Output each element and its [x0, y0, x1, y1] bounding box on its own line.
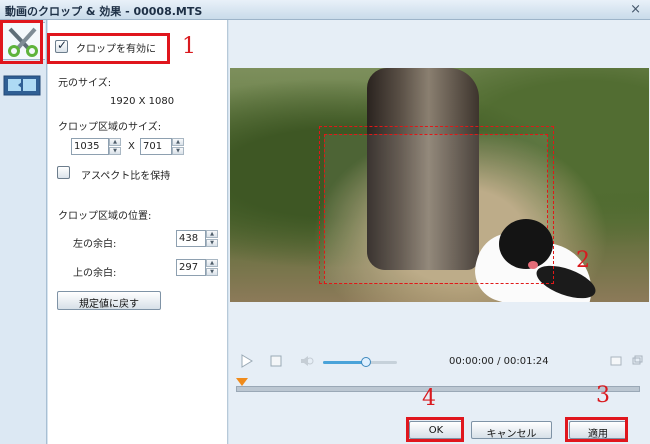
width-down-icon[interactable]: ▼ [109, 147, 121, 155]
top-margin-label: 上の余白: [73, 268, 117, 279]
keep-aspect-label: アスペクト比を保持 [81, 171, 171, 182]
timeline-track[interactable] [236, 386, 640, 392]
stop-icon[interactable] [269, 354, 283, 368]
volume-handle[interactable] [361, 357, 371, 367]
left-margin-label: 左の余白: [73, 239, 117, 250]
preview-highlight [319, 126, 554, 284]
annotation-2: 2 [576, 248, 590, 273]
left-margin-down-icon[interactable]: ▼ [206, 239, 218, 247]
player-controls: 00:00:00 / 00:01:24 [229, 352, 650, 372]
crop-position-label: クロップ区域の位置: [58, 211, 152, 222]
left-margin-up-icon[interactable]: ▲ [206, 230, 218, 238]
side-tabs [0, 20, 47, 444]
cancel-button[interactable]: キャンセル [471, 421, 552, 440]
volume-slider[interactable] [323, 357, 397, 367]
crop-width-field[interactable]: 1035 [71, 138, 109, 155]
volume-fill [323, 361, 364, 364]
enable-crop-highlight [47, 33, 170, 64]
window-title: 動画のクロップ & 効果 - 00008.MTS [5, 5, 203, 18]
crop-height-field[interactable]: 701 [140, 138, 172, 155]
keep-aspect-checkbox[interactable] [57, 166, 70, 179]
annotation-3: 3 [596, 383, 610, 408]
playback-time: 00:00:00 / 00:01:24 [449, 356, 549, 367]
title-bar: 動画のクロップ & 効果 - 00008.MTS × [0, 0, 650, 20]
annotation-4: 4 [422, 386, 436, 411]
crop-tab-highlight [0, 20, 43, 64]
timeline-marker-icon[interactable] [236, 378, 248, 386]
top-margin-field[interactable]: 297 [176, 259, 206, 276]
play-icon[interactable] [240, 354, 254, 368]
height-down-icon[interactable]: ▼ [172, 147, 184, 155]
top-margin-up-icon[interactable]: ▲ [206, 259, 218, 267]
snapshot-icon[interactable] [609, 354, 623, 368]
ok-highlight [406, 417, 464, 442]
top-margin-down-icon[interactable]: ▼ [206, 268, 218, 276]
crop-settings-panel: ✓ クロップを有効に 元のサイズ: 1920 X 1080 クロップ区域のサイズ… [48, 20, 228, 444]
top-margin-stepper[interactable]: 297 ▲ ▼ [176, 259, 221, 276]
crop-width-stepper[interactable]: 1035 ▲ ▼ [71, 138, 123, 155]
size-separator: X [128, 141, 135, 152]
apply-highlight [565, 417, 628, 442]
original-size-label: 元のサイズ: [58, 78, 112, 89]
film-icon [3, 75, 41, 96]
timeline-slider[interactable] [236, 378, 640, 394]
crop-area-size-label: クロップ区域のサイズ: [58, 122, 162, 133]
close-icon[interactable]: × [630, 2, 641, 17]
effect-tab[interactable] [1, 68, 45, 106]
original-size-value: 1920 X 1080 [110, 96, 175, 107]
crop-height-stepper[interactable]: 701 ▲ ▼ [140, 138, 186, 155]
height-up-icon[interactable]: ▲ [172, 138, 184, 146]
width-up-icon[interactable]: ▲ [109, 138, 121, 146]
annotation-1: 1 [182, 34, 196, 59]
reset-defaults-button[interactable]: 規定値に戻す [57, 291, 161, 310]
left-margin-field[interactable]: 438 [176, 230, 206, 247]
volume-icon[interactable] [299, 354, 314, 368]
left-margin-stepper[interactable]: 438 ▲ ▼ [176, 230, 221, 247]
fullscreen-icon[interactable] [630, 354, 644, 368]
